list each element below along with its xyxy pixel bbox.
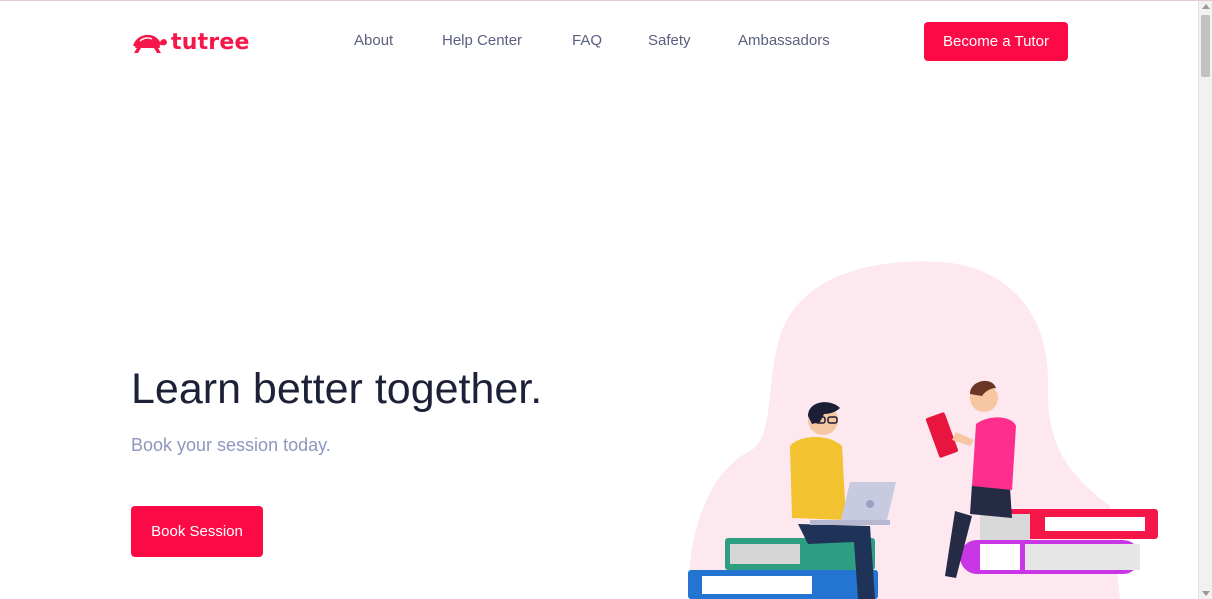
nav-link-faq[interactable]: FAQ <box>572 32 602 50</box>
nav-link-safety[interactable]: Safety <box>648 32 691 50</box>
hero-subtitle: Book your session today. <box>131 435 331 455</box>
students-illustration <box>688 261 1158 599</box>
right-book-stack <box>960 509 1158 574</box>
brand-logo[interactable]: tutree <box>131 31 250 55</box>
hero-title: Learn better together. <box>131 365 543 413</box>
brand-name: tutree <box>171 30 250 55</box>
nav-link-help-center[interactable]: Help Center <box>442 32 522 50</box>
scrollbar-thumb[interactable] <box>1201 15 1210 77</box>
scroll-down-arrow-icon[interactable] <box>1202 591 1210 596</box>
scroll-up-arrow-icon[interactable] <box>1202 4 1210 9</box>
turtle-logo-icon <box>133 34 167 53</box>
become-tutor-button[interactable]: Become a Tutor <box>924 22 1068 61</box>
book-session-button[interactable]: Book Session <box>131 506 263 557</box>
top-navigation: tutree About Help Center FAQ Safety Amba… <box>0 1 1198 81</box>
vertical-scrollbar[interactable] <box>1198 1 1212 599</box>
nav-link-ambassadors[interactable]: Ambassadors <box>738 32 830 50</box>
nav-link-about[interactable]: About <box>354 32 393 50</box>
